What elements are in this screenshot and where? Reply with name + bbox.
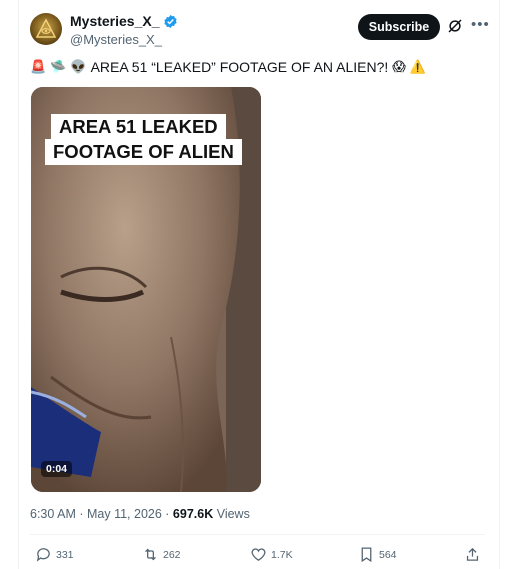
tweet-date[interactable]: May 11, 2026 xyxy=(87,507,162,521)
share-icon xyxy=(466,547,479,561)
divider xyxy=(30,534,485,535)
grok-icon[interactable] xyxy=(446,17,464,35)
video-caption: AREA 51 LEAKED FOOTAGE OF ALIEN xyxy=(45,114,242,165)
eye-pyramid-icon xyxy=(35,18,57,38)
repost-button[interactable]: 262 xyxy=(142,546,181,563)
tweet-body: AREA 51 “LEAKED” FOOTAGE OF AN ALIEN?! xyxy=(90,59,389,75)
tweet-meta: 6:30 AM · May 11, 2026 · 697.6K Views xyxy=(30,507,250,521)
like-count: 1.7K xyxy=(271,548,293,561)
share-button[interactable] xyxy=(464,546,481,563)
more-options-icon[interactable]: ••• xyxy=(471,16,489,34)
bookmark-icon xyxy=(361,547,372,563)
caption-line-1: AREA 51 LEAKED xyxy=(51,114,226,140)
repost-count: 262 xyxy=(163,548,181,561)
reply-button[interactable]: 331 xyxy=(35,546,74,563)
tweet-time[interactable]: 6:30 AM xyxy=(30,507,76,521)
avatar[interactable] xyxy=(30,13,62,45)
views-count: 697.6K xyxy=(172,507,214,521)
scream-emoji: 😱 xyxy=(392,59,406,75)
warning-emoji: ⚠️ xyxy=(409,59,427,75)
reply-icon xyxy=(36,548,50,562)
siren-emoji: 🚨 xyxy=(30,59,47,75)
like-button[interactable]: 1.7K xyxy=(250,546,293,563)
caption-line-2: FOOTAGE OF ALIEN xyxy=(45,139,242,165)
heart-icon xyxy=(251,548,266,561)
meta-separator-2: · xyxy=(161,507,173,521)
bookmark-count: 564 xyxy=(379,548,397,561)
video-player[interactable]: AREA 51 LEAKED FOOTAGE OF ALIEN 0:04 xyxy=(31,87,261,492)
meta-separator: · xyxy=(75,507,87,521)
views-label: Views xyxy=(216,507,250,521)
repost-icon xyxy=(145,548,156,561)
action-bar: 331 262 1.7K 564 xyxy=(0,546,505,566)
author-handle[interactable]: @Mysteries_X_ xyxy=(70,32,162,47)
bookmark-button[interactable]: 564 xyxy=(358,546,397,563)
video-duration: 0:04 xyxy=(41,461,73,477)
subscribe-button[interactable]: Subscribe xyxy=(358,14,440,40)
tweet-text: 🚨 🛸 👽 AREA 51 “LEAKED” FOOTAGE OF AN ALI… xyxy=(30,59,426,75)
verified-badge-icon xyxy=(163,14,177,28)
reply-count: 331 xyxy=(56,548,74,561)
ufo-emoji: 🛸 xyxy=(50,59,67,75)
alien-emoji: 👽 xyxy=(70,59,87,75)
author-name-row[interactable]: Mysteries_X_ xyxy=(70,13,178,29)
author-name[interactable]: Mysteries_X_ xyxy=(70,13,160,29)
